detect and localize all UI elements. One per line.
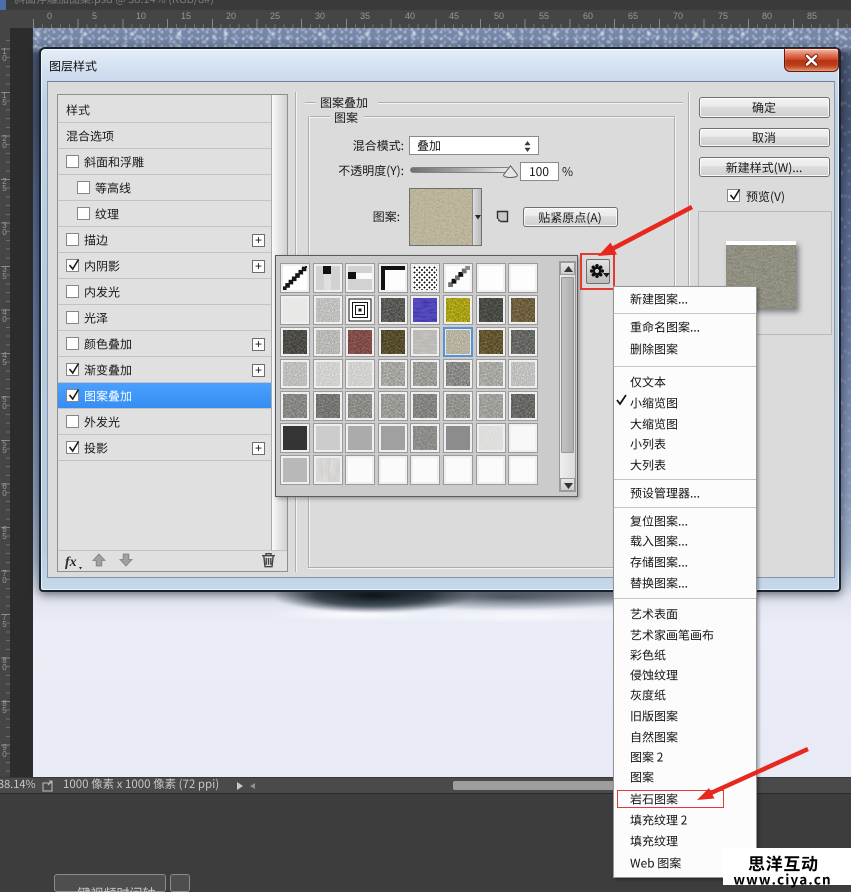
svg-text:fx: fx bbox=[65, 555, 77, 570]
